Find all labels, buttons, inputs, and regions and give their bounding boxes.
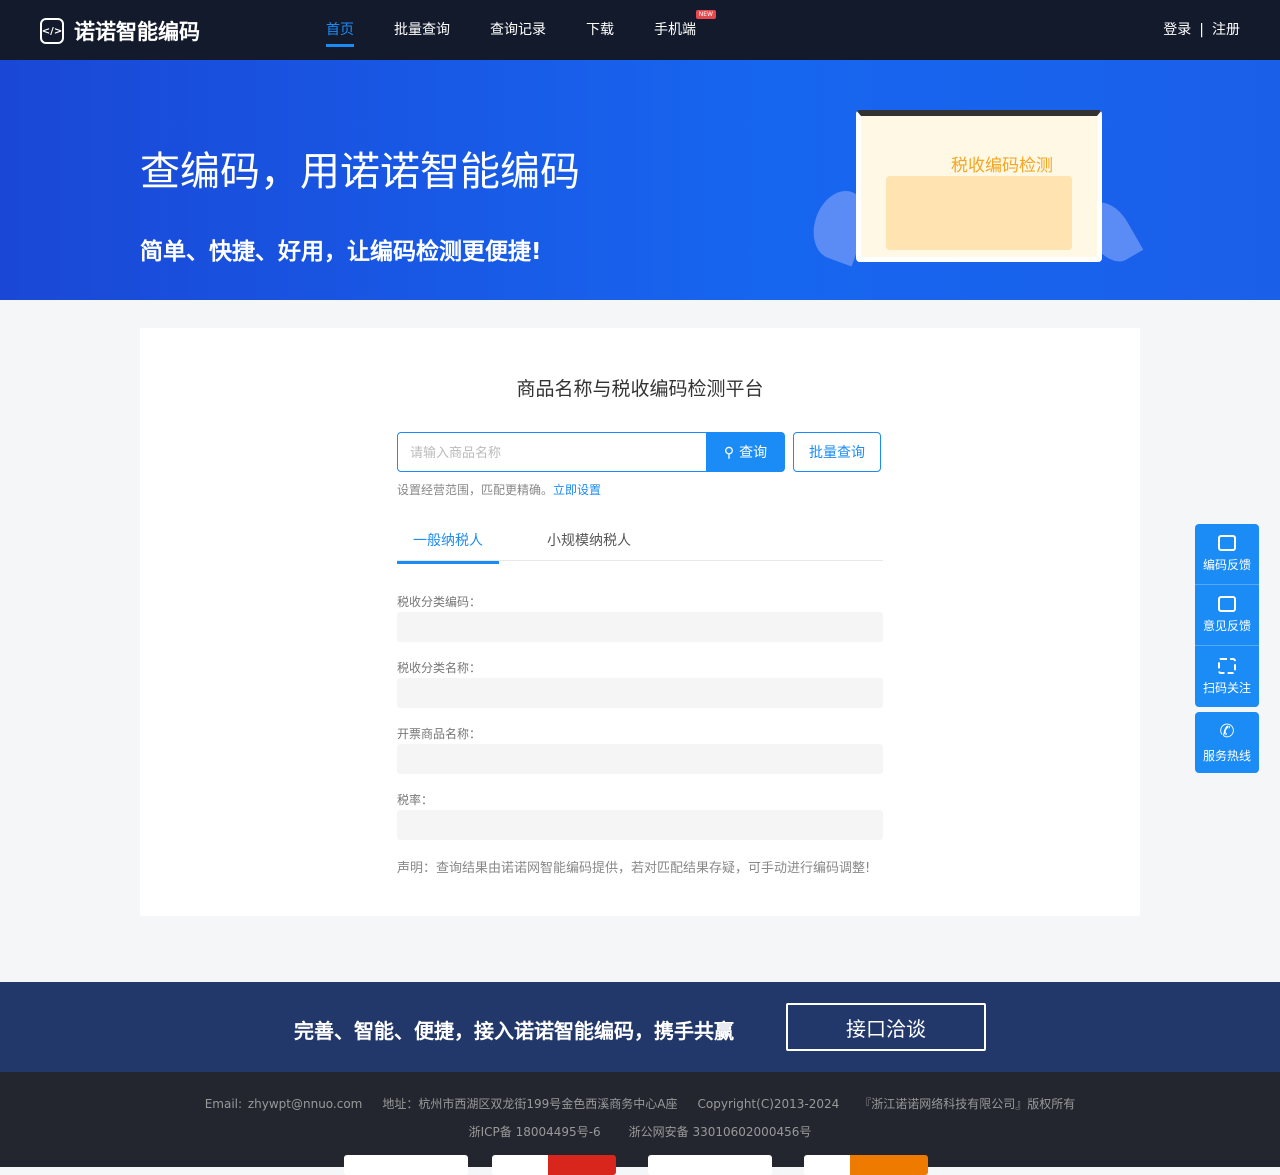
tax-rate-field	[397, 810, 883, 840]
hero-banner: 查编码，用诺诺智能编码 简单、快捷、好用，让编码检测更便捷! 税收编码检测	[0, 60, 1280, 300]
code-feedback-button[interactable]: 编码反馈	[1195, 524, 1259, 585]
tax-code-field	[397, 612, 883, 642]
set-now-link[interactable]: 立即设置	[553, 483, 601, 497]
phone-icon: ✆	[1219, 721, 1235, 742]
illustration-text: 税收编码检测	[951, 156, 1053, 176]
nav-download[interactable]: 下载	[586, 0, 614, 60]
footer-company: 『浙江诺诺网络科技有限公司』版权所有	[859, 1097, 1076, 1111]
trust-badge[interactable]	[492, 1155, 616, 1175]
tab-general-taxpayer[interactable]: 一般纳税人	[397, 530, 499, 564]
nav-home[interactable]: 首页	[326, 0, 354, 60]
label: 扫码关注	[1202, 680, 1251, 695]
new-badge: NEW	[695, 10, 716, 19]
tab-small-taxpayer[interactable]: 小规模纳税人	[547, 530, 631, 561]
logo[interactable]: </> 诺诺智能编码	[40, 16, 200, 46]
label: 意见反馈	[1202, 619, 1251, 633]
query-card: 商品名称与税收编码检测平台 ⚲查询 批量查询 设置经营范围，匹配更精确。立即设置…	[140, 328, 1140, 916]
top-nav: </> 诺诺智能编码 首页 批量查询 查询记录 下载 手机端 NEW 登录 | 注册	[0, 0, 1280, 60]
icp-link[interactable]: 浙ICP备 18004495号-6	[469, 1125, 601, 1139]
product-name-input[interactable]	[397, 432, 707, 472]
hint-text: 设置经营范围，匹配更精确。	[397, 483, 554, 497]
logo-text: 诺诺智能编码	[74, 20, 200, 44]
login-link[interactable]: 登录	[1163, 0, 1191, 60]
tax-name-label: 税收分类名称：	[397, 661, 482, 675]
invoice-name-field	[397, 744, 883, 774]
declaration: 声明：查询结果由诺诺网智能编码提供，若对匹配结果存疑，可手动进行编码调整!	[397, 861, 871, 876]
police-record-link[interactable]: 浙公网安备 33010602000456号	[629, 1125, 812, 1139]
trust-badge[interactable]	[648, 1155, 772, 1175]
nav-query-history[interactable]: 查询记录	[490, 0, 546, 60]
edit-icon	[1218, 596, 1236, 612]
divider: |	[1199, 22, 1204, 38]
trust-badge[interactable]	[344, 1155, 468, 1175]
search-icon: ⚲	[723, 443, 735, 460]
footer: Email: zhywpt@nnuo.com 地址：杭州市西湖区双龙街199号金色…	[0, 1072, 1280, 1175]
code-icon	[1218, 535, 1236, 551]
footer-email: Email: zhywpt@nnuo.com	[204, 1097, 363, 1111]
card-title: 商品名称与税收编码检测平台	[516, 378, 764, 400]
register-link[interactable]: 注册	[1212, 0, 1240, 60]
tax-name-field	[397, 678, 883, 708]
footer-copyright: Copyright(C)2013-2024	[697, 1097, 840, 1111]
cta-banner: 完善、智能、便捷，接入诺诺智能编码，携手共赢 接口洽谈	[0, 982, 1280, 1072]
banner-title: 查编码，用诺诺智能编码	[140, 149, 580, 195]
cta-text: 完善、智能、便捷，接入诺诺智能编码，携手共赢	[294, 1019, 734, 1043]
batch-query-button[interactable]: 批量查询	[793, 432, 881, 472]
nav-batch-query[interactable]: 批量查询	[394, 0, 450, 60]
scope-hint: 设置经营范围，匹配更精确。立即设置	[397, 481, 601, 498]
side-toolbar: 编码反馈 意见反馈 扫码关注	[1195, 524, 1259, 707]
code-icon: </>	[40, 18, 64, 44]
trust-badge[interactable]	[804, 1155, 928, 1175]
api-consult-button[interactable]: 接口洽谈	[786, 1003, 986, 1051]
scan-follow-button[interactable]: 扫码关注	[1195, 646, 1259, 707]
tax-rate-label: 税率：	[397, 793, 434, 807]
label: 服务热线	[1202, 749, 1251, 763]
search-button[interactable]: ⚲ 查询	[706, 432, 785, 472]
search-button-label: 查询	[739, 444, 768, 460]
opinion-feedback-button[interactable]: 意见反馈	[1195, 585, 1259, 646]
label: 编码反馈	[1202, 558, 1251, 572]
banner-subtitle: 简单、快捷、好用，让编码检测更便捷!	[140, 239, 542, 265]
invoice-name-label: 开票商品名称：	[397, 727, 482, 741]
taxpayer-tabs: 一般纳税人 小规模纳税人	[397, 520, 883, 564]
nav-mobile-label: 手机端	[654, 22, 696, 38]
qrcode-icon	[1218, 657, 1236, 674]
footer-address: 地址：杭州市西湖区双龙街199号金色西溪商务中心A座	[382, 1097, 678, 1111]
tax-code-label: 税收分类编码：	[397, 595, 482, 609]
hotline-button[interactable]: ✆ 服务热线	[1195, 712, 1259, 773]
banner-illustration: 税收编码检测	[856, 110, 1102, 262]
nav-mobile[interactable]: 手机端 NEW	[654, 0, 716, 60]
